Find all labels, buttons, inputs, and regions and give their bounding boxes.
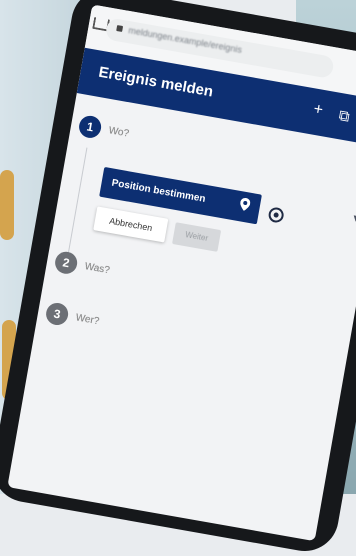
step-1-badge[interactable]: 1 <box>77 114 103 140</box>
lock-icon <box>116 25 124 32</box>
next-button[interactable]: Weiter <box>172 222 222 252</box>
step-2-label[interactable]: Was? <box>84 261 111 276</box>
cancel-button[interactable]: Abbrechen <box>93 206 169 243</box>
step-3-label[interactable]: Wer? <box>75 312 100 327</box>
finger-left-upper <box>0 170 14 240</box>
step-connector <box>67 147 88 257</box>
step-3-badge[interactable]: 3 <box>44 301 70 327</box>
step-2-badge[interactable]: 2 <box>53 250 79 276</box>
step-1-label[interactable]: Wo? <box>108 125 130 139</box>
gps-crosshair-icon[interactable] <box>267 206 285 224</box>
determine-position-label: Position bestimmen <box>110 177 207 205</box>
chevron-down-icon[interactable]: ▼ <box>350 213 356 226</box>
location-pin-icon <box>240 197 251 211</box>
phone-screen: meldungen.example/ereignis ▾ ◢ ▮ Ereigni… <box>7 4 356 542</box>
